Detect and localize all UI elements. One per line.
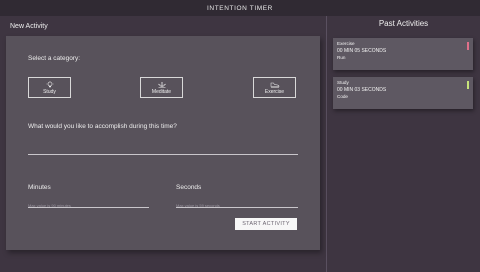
past-activity-description: Code <box>337 93 348 99</box>
seconds-input-underline <box>176 207 298 208</box>
past-activity-time: 00 MIN 05 SECONDS <box>337 47 387 54</box>
app-title: INTENTION TIMER <box>207 4 273 12</box>
past-activity-description: Run <box>337 54 346 60</box>
category-label-exercise: Exercise <box>264 88 285 95</box>
category-button-exercise[interactable]: Exercise <box>253 77 296 98</box>
past-activity-category: Study <box>337 80 349 85</box>
past-activity-category: Exercise <box>337 41 355 46</box>
past-activity-time: 00 MIN 03 SECONDS <box>337 86 387 93</box>
shoe-icon <box>270 82 279 87</box>
minutes-input-underline <box>28 207 149 208</box>
minutes-label: Minutes <box>28 184 51 191</box>
past-activity-card: Exercise 00 MIN 05 SECONDS Run <box>333 38 473 70</box>
seconds-label: Seconds <box>176 184 202 191</box>
new-activity-heading: New Activity <box>10 23 48 30</box>
category-button-study[interactable]: Study <box>28 77 71 98</box>
app-title-bar: INTENTION TIMER <box>0 0 480 16</box>
accomplish-input-underline <box>28 154 298 155</box>
category-prompt: Select a category: <box>28 55 81 62</box>
lightbulb-icon <box>46 80 53 87</box>
category-color-tag <box>467 81 469 89</box>
category-button-meditate[interactable]: Meditate <box>140 77 183 98</box>
accomplish-prompt: What would you like to accomplish during… <box>28 123 177 130</box>
category-label-meditate: Meditate <box>151 88 172 95</box>
start-activity-button[interactable]: START ACTIVITY <box>235 218 297 230</box>
category-label-study: Study <box>43 88 56 95</box>
category-color-tag <box>467 42 469 50</box>
past-activities-heading: Past Activities <box>378 19 429 28</box>
past-activity-card: Study 00 MIN 03 SECONDS Code <box>333 77 473 109</box>
accomplish-input[interactable] <box>28 146 298 152</box>
column-divider <box>326 16 327 272</box>
lotus-icon <box>157 81 166 87</box>
